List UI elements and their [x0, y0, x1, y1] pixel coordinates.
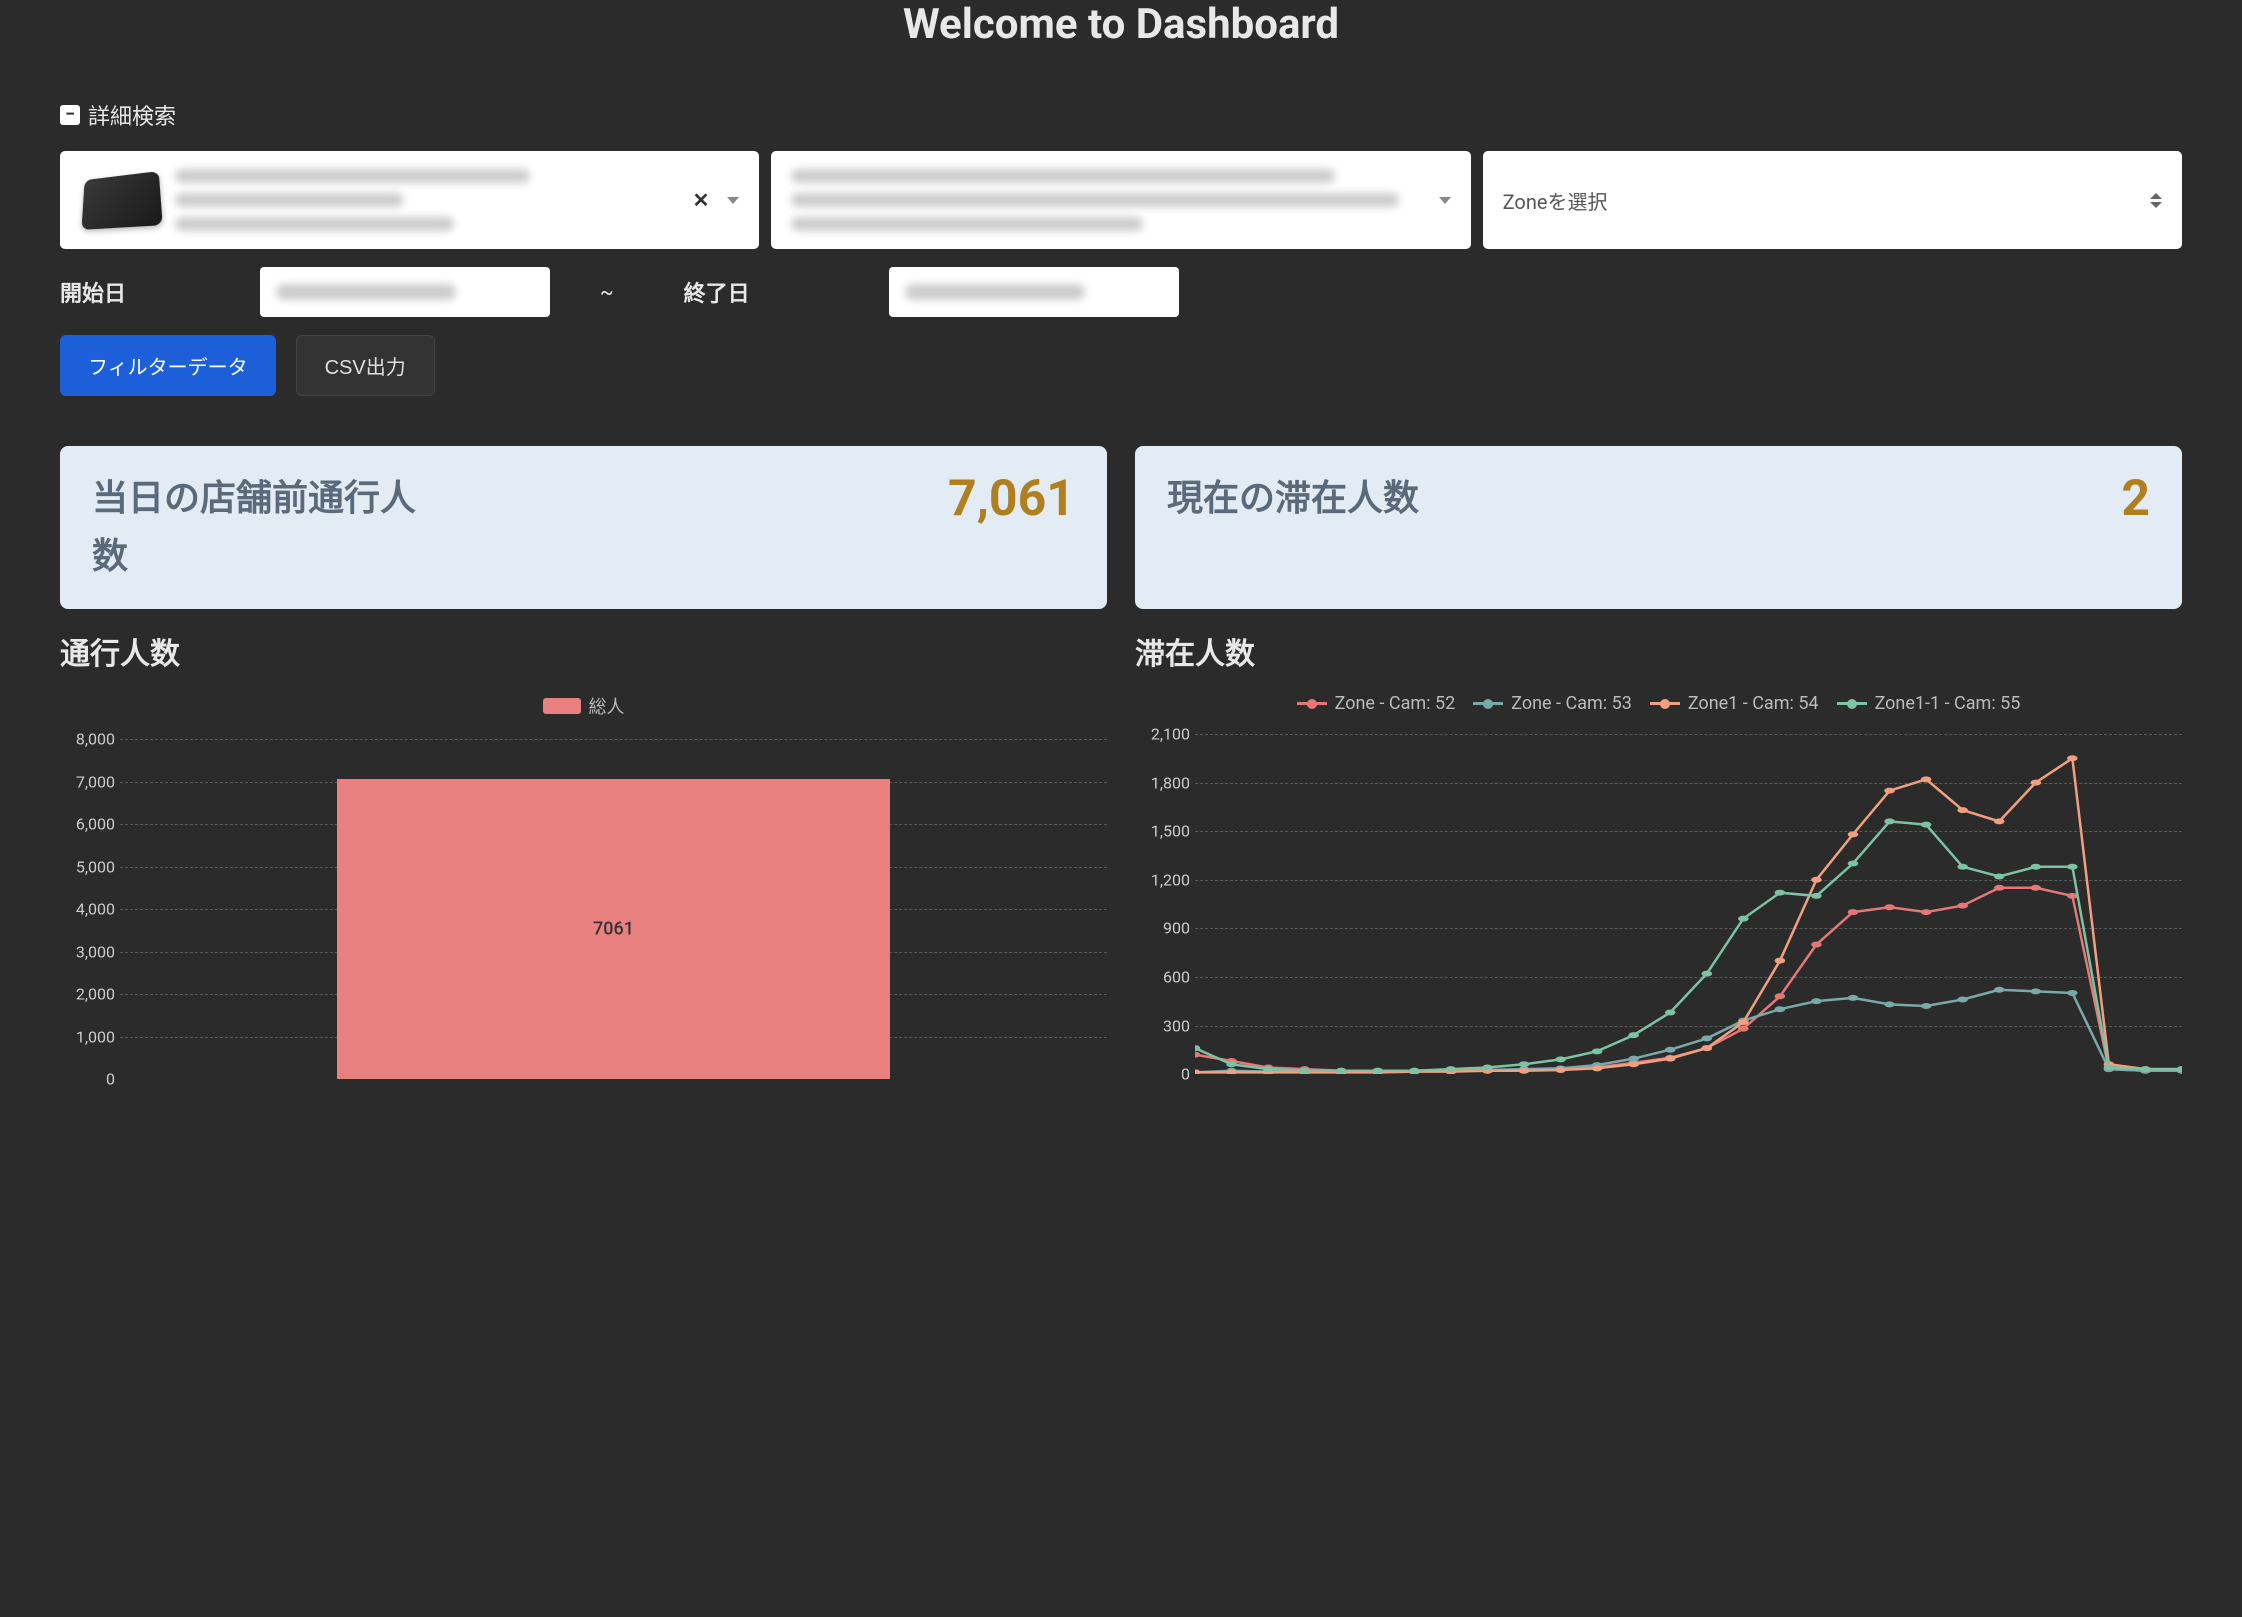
stat-card-occupancy: 現在の滞在人数 2 — [1135, 446, 2182, 609]
legend-line-icon — [1473, 702, 1503, 705]
end-date-input[interactable] — [889, 267, 1179, 317]
legend-item-s4[interactable]: Zone1-1 - Cam: 55 — [1837, 693, 2021, 714]
legend-label: Zone - Cam: 53 — [1511, 693, 1632, 714]
camera-select[interactable] — [771, 151, 1470, 249]
chart-traffic-title: 通行人数 — [60, 629, 1107, 673]
legend-label: Zone1-1 - Cam: 55 — [1875, 693, 2021, 714]
legend-line-icon — [1297, 702, 1327, 705]
legend-label: Zone - Cam: 52 — [1335, 693, 1456, 714]
close-icon[interactable]: ✕ — [693, 188, 710, 212]
legend-item-s1[interactable]: Zone - Cam: 52 — [1297, 693, 1456, 714]
page-title: Welcome to Dashboard — [60, 0, 2182, 49]
date-separator: ~ — [600, 280, 614, 304]
legend-line-icon — [1650, 702, 1680, 705]
device-thumbnail — [81, 171, 162, 230]
start-date-value — [276, 284, 456, 300]
chart-occupancy: 滞在人数 Zone - Cam: 52 Zone - Cam: 53 Zone1… — [1135, 629, 2182, 1079]
bar-chart-area: 01,0002,0003,0004,0005,0006,0007,0008,00… — [120, 739, 1107, 1079]
stat-occupancy-value: 2 — [2121, 470, 2150, 528]
detail-search-label: 詳細検索 — [88, 99, 176, 131]
filter-data-button[interactable]: フィルターデータ — [60, 335, 276, 396]
device-select-value — [175, 169, 683, 231]
stat-card-traffic: 当日の店舗前通行人数 7,061 — [60, 446, 1107, 609]
stat-traffic-value: 7,061 — [948, 470, 1075, 528]
legend-item-total[interactable]: 総人 — [543, 693, 625, 719]
device-select[interactable]: ✕ — [60, 151, 759, 249]
legend-line-icon — [1837, 702, 1867, 705]
chevron-down-icon — [727, 197, 739, 204]
legend-swatch — [543, 698, 581, 714]
stat-traffic-label: 当日の店舗前通行人数 — [92, 470, 432, 585]
zone-select-placeholder: Zoneを選択 — [1503, 186, 2150, 215]
camera-select-value — [791, 169, 1430, 231]
chart-traffic: 通行人数 総人 01,0002,0003,0004,0005,0006,0007… — [60, 629, 1107, 1079]
detail-search-toggle[interactable]: − 詳細検索 — [60, 99, 2182, 131]
legend-item-s3[interactable]: Zone1 - Cam: 54 — [1650, 693, 1819, 714]
zone-select[interactable]: Zoneを選択 — [1483, 151, 2182, 249]
start-date-input[interactable] — [260, 267, 550, 317]
chevron-down-icon — [1439, 197, 1451, 204]
start-date-label: 開始日 — [60, 276, 260, 308]
stat-occupancy-label: 現在の滞在人数 — [1167, 470, 1419, 528]
end-date-label: 終了日 — [684, 276, 889, 308]
line-chart-area: 03006009001,2001,5001,8002,100 — [1195, 734, 2182, 1074]
legend-label: 総人 — [589, 693, 625, 719]
csv-export-button[interactable]: CSV出力 — [296, 335, 435, 396]
chart-occupancy-title: 滞在人数 — [1135, 629, 2182, 673]
legend-label: Zone1 - Cam: 54 — [1688, 693, 1819, 714]
legend-item-s2[interactable]: Zone - Cam: 53 — [1473, 693, 1632, 714]
end-date-value — [905, 284, 1085, 300]
sort-icon — [2150, 193, 2162, 208]
collapse-icon: − — [60, 105, 80, 125]
